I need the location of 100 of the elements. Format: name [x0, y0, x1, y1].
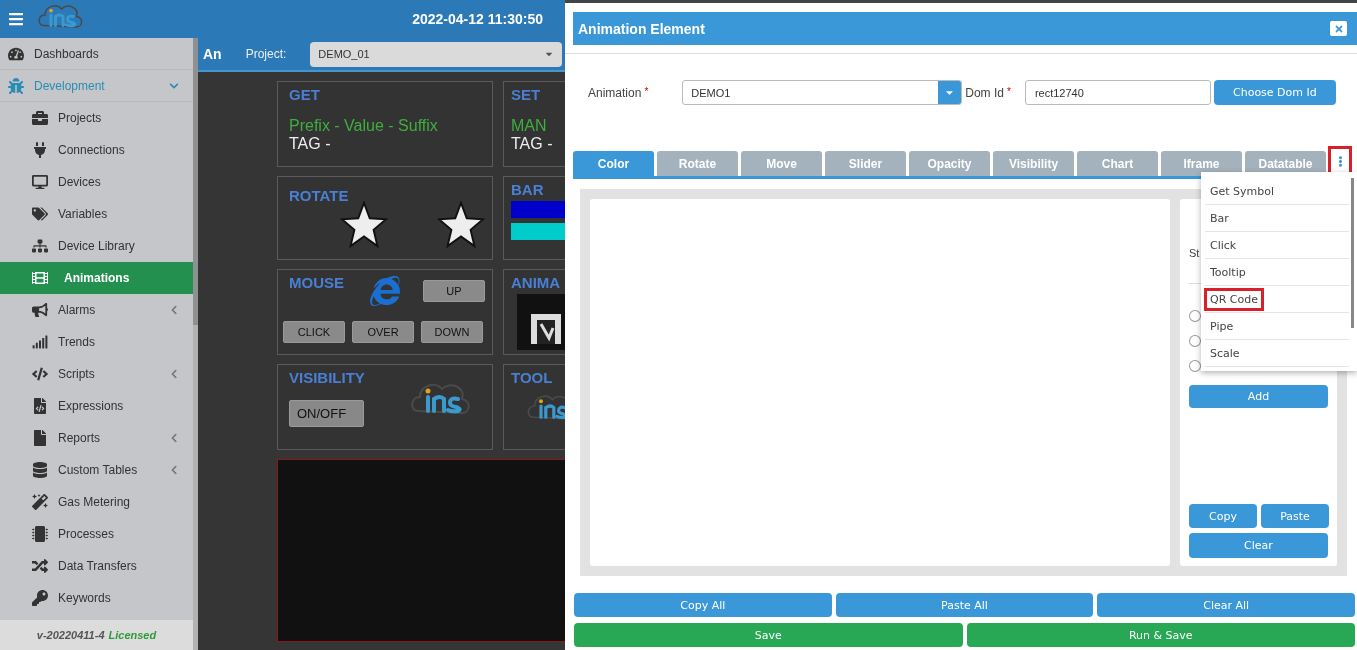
star-icon	[437, 201, 485, 249]
animation-tile[interactable]: ROTATE	[277, 176, 493, 260]
animation-select[interactable]: DEMO1	[682, 80, 963, 105]
sidebar-item[interactable]: Animations	[0, 262, 193, 294]
tile-title: SET	[511, 86, 541, 103]
tab[interactable]: Color	[573, 151, 654, 176]
sidebar-item[interactable]: Custom Tables	[0, 454, 193, 486]
sidebar-item[interactable]: Connections	[0, 134, 193, 166]
film-icon	[32, 270, 48, 286]
footer-button[interactable]: Copy All	[574, 593, 832, 617]
state-label: St	[1189, 247, 1201, 259]
project-label: Project:	[245, 47, 287, 61]
sidebar-item[interactable]: Device Library	[0, 230, 193, 262]
sidebar-item[interactable]: Gas Metering	[0, 486, 193, 518]
animation-tile[interactable]: ANIMA	[503, 269, 565, 355]
menu-item[interactable]: QR Code	[1205, 286, 1349, 313]
radio-button[interactable]	[1189, 310, 1201, 322]
close-button[interactable]	[1330, 21, 1347, 36]
animation-tile[interactable]: VISIBILITY ON/OFF	[277, 364, 493, 450]
animation-tile[interactable]: SET MAN TAG -	[503, 81, 565, 167]
shuffle-icon	[32, 558, 48, 574]
tile-title: ROTATE	[289, 187, 349, 204]
mouse-button[interactable]: DOWN	[421, 321, 483, 343]
modal-title: Animation Element	[578, 20, 705, 37]
chevron-left-icon	[169, 465, 179, 475]
database-icon	[32, 462, 48, 478]
field-label: Animation *	[588, 85, 649, 100]
sidebar-item[interactable]: Dashboards	[0, 38, 193, 70]
close-icon	[1333, 23, 1344, 34]
chip-icon	[32, 526, 48, 542]
dom-id-field[interactable]: rect12740	[1024, 80, 1211, 105]
radio-button[interactable]	[1189, 334, 1201, 347]
sidebar-item[interactable]: Data Transfers	[0, 550, 193, 582]
clear-button[interactable]: Clear	[1189, 533, 1328, 558]
datetime-text: 2022-04-12 11:30:50	[412, 11, 543, 27]
file-icon	[32, 430, 48, 446]
chevron-down-icon	[169, 80, 179, 91]
sidebar-item[interactable]: Processes	[0, 518, 193, 550]
chevron-left-icon	[169, 433, 179, 443]
value-text: MAN	[511, 117, 548, 135]
code-icon	[32, 366, 48, 382]
sidebar-item[interactable]: Projects	[0, 102, 193, 134]
animation-tile[interactable]: BAR	[503, 176, 565, 260]
mouse-button[interactable]: OVER	[352, 321, 414, 343]
signal-bars-icon	[32, 334, 48, 350]
animation-tile[interactable]: MOUSE UP CLICK OVER DOWN	[277, 269, 493, 355]
field-label: Dom Id *	[965, 85, 1011, 100]
scrollbar-thumb[interactable]	[193, 38, 198, 325]
footer-button[interactable]: Run & Save	[966, 623, 1355, 647]
tag-text: TAG -	[289, 135, 332, 153]
sidebar-item[interactable]: Reports	[0, 422, 193, 454]
menu-item[interactable]: Get Symbol	[1205, 178, 1349, 205]
menu-item[interactable]: Click	[1205, 232, 1349, 259]
radio-button[interactable]	[1189, 359, 1201, 372]
paste-button[interactable]: Paste	[1261, 504, 1329, 529]
tile-title: BAR	[511, 181, 544, 198]
version-text: v-20220411-4	[36, 629, 105, 641]
key-icon	[32, 590, 48, 606]
browser-e-icon	[370, 276, 400, 306]
tile-title: ANIMA	[511, 274, 561, 291]
menu-item[interactable]: Tooltip	[1205, 259, 1349, 286]
magic-wand-icon	[32, 494, 48, 510]
bug-icon	[8, 77, 24, 94]
sidebar-item[interactable]: Variables	[0, 198, 193, 230]
animation-tile[interactable]: GET Prefix - Value - Suffix TAG -	[277, 81, 493, 167]
add-button[interactable]: Add	[1189, 384, 1328, 409]
tile-title: VISIBILITY	[289, 369, 365, 386]
footer-button[interactable]: Save	[574, 623, 963, 647]
sidebar-item[interactable]: Keywords	[0, 582, 193, 614]
sidebar-item[interactable]: Scripts	[0, 358, 193, 390]
project-select[interactable]: DEMO_01	[310, 41, 563, 67]
page-title: An	[203, 46, 222, 62]
copy-button[interactable]: Copy	[1189, 504, 1257, 529]
chevron-left-icon	[169, 305, 179, 315]
plug-icon	[32, 142, 48, 158]
sidebar-item[interactable]: Expressions	[0, 390, 193, 422]
menu-item[interactable]: Pipe	[1205, 313, 1349, 340]
tags-icon	[32, 206, 48, 222]
tile-title: GET	[289, 86, 320, 103]
mouse-button[interactable]: CLICK	[283, 321, 345, 343]
footer-button[interactable]: Paste All	[835, 593, 1094, 617]
gauge-icon	[8, 45, 24, 62]
on-off-button[interactable]: ON/OFF	[289, 400, 364, 427]
sitemap-icon	[32, 238, 48, 254]
sidebar-item[interactable]: Trends	[0, 326, 193, 358]
footer-button[interactable]: Clear All	[1097, 593, 1355, 617]
menu-item[interactable]: Bar	[1205, 205, 1349, 232]
tag-text: TAG -	[511, 135, 554, 153]
star-icon	[340, 201, 388, 249]
up-button[interactable]: UP	[423, 280, 485, 302]
menu-item[interactable]: Scale	[1205, 340, 1349, 367]
tile-title: MOUSE	[289, 274, 344, 291]
menu-icon[interactable]	[8, 11, 24, 27]
briefcase-icon	[32, 110, 48, 126]
sidebar-item[interactable]: Alarms	[0, 294, 193, 326]
megaphone-icon	[32, 302, 48, 318]
animation-tile[interactable]: TOOL	[503, 364, 565, 450]
tile-title: TOOL	[511, 369, 553, 386]
sidebar-item[interactable]: Devices	[0, 166, 193, 198]
choose-dom-id-button[interactable]: Choose Dom Id	[1213, 80, 1336, 105]
